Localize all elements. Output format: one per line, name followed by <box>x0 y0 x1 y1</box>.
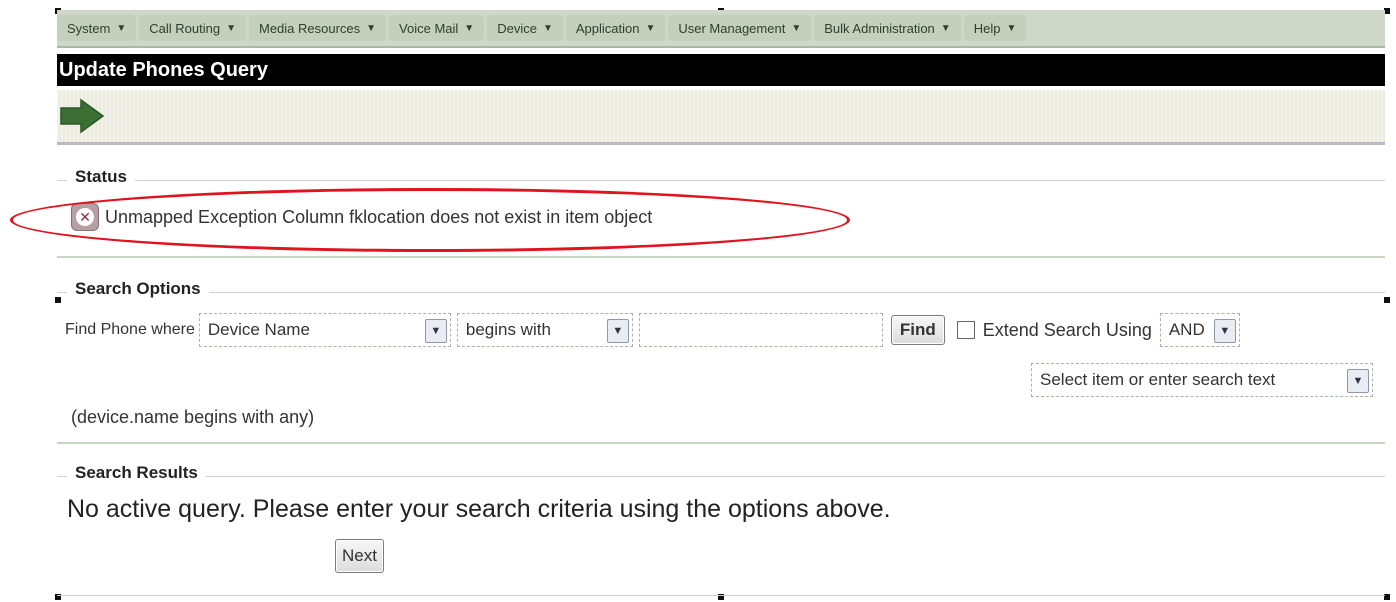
menu-voice-mail[interactable]: Voice Mail ▼ <box>389 15 485 41</box>
menu-label: Media Resources <box>258 20 361 36</box>
find-button[interactable]: Find <box>890 315 945 345</box>
item-select[interactable]: Select item or enter search text ▼ <box>1031 363 1373 397</box>
extend-search-checkbox[interactable] <box>956 321 975 339</box>
search-criteria-row: Find Phone where Device Name ▼ begins wi… <box>65 313 1240 347</box>
chevron-down-icon: ▼ <box>1006 22 1017 34</box>
page-title: Update Phones Query <box>57 54 1385 86</box>
field-select[interactable]: Device Name ▼ <box>198 313 451 347</box>
chevron-down-icon[interactable]: ▼ <box>1213 319 1236 343</box>
status-legend: Status <box>67 167 135 187</box>
chevron-down-icon: ▼ <box>366 22 377 34</box>
menu-label: Voice Mail <box>399 20 459 36</box>
menu-help[interactable]: Help ▼ <box>963 15 1027 41</box>
menu-label: Help <box>973 20 1001 36</box>
chevron-down-icon: ▼ <box>940 22 951 34</box>
chevron-down-icon: ▼ <box>116 22 127 34</box>
chevron-down-icon: ▼ <box>542 22 553 34</box>
search-results-section: Search Results No active query. Please e… <box>57 463 1385 596</box>
menu-application[interactable]: Application ▼ <box>565 15 666 41</box>
search-input[interactable] <box>638 313 883 347</box>
menu-bulk-administration[interactable]: Bulk Administration ▼ <box>814 15 961 41</box>
toolbar <box>57 90 1385 145</box>
next-button[interactable]: Next <box>335 539 384 573</box>
extend-search-label: Extend Search Using <box>982 319 1152 340</box>
menu-media-resources[interactable]: Media Resources ▼ <box>248 15 387 41</box>
menu-system[interactable]: System ▼ <box>57 15 137 41</box>
chevron-down-icon: ▼ <box>645 22 656 34</box>
logic-select[interactable]: AND ▼ <box>1159 313 1240 347</box>
menu-bar: System ▼ Call Routing ▼ Media Resources ▼ V… <box>57 10 1385 48</box>
menu-label: System <box>67 20 111 36</box>
menu-call-routing[interactable]: Call Routing ▼ <box>139 15 246 41</box>
menu-label: Device <box>497 20 537 36</box>
menu-label: Call Routing <box>149 20 221 36</box>
find-label: Find Phone where <box>65 321 195 338</box>
search-options-legend: Search Options <box>67 279 209 299</box>
field-select-value: Device Name <box>207 320 310 339</box>
chevron-down-icon[interactable]: ▼ <box>606 319 629 343</box>
item-select-value: Select item or enter search text <box>1040 370 1276 389</box>
chevron-down-icon[interactable]: ▼ <box>424 319 447 343</box>
arrow-right-icon[interactable] <box>59 98 105 134</box>
chevron-down-icon: ▼ <box>791 22 802 34</box>
search-options-section: Search Options Find Phone where Device N… <box>57 279 1385 444</box>
chevron-down-icon: ▼ <box>464 22 475 34</box>
highlight-ellipse <box>10 188 850 252</box>
menu-label: User Management <box>678 20 786 36</box>
query-hint: (device.name begins with any) <box>71 407 315 427</box>
operator-select[interactable]: begins with ▼ <box>456 313 633 347</box>
search-results-legend: Search Results <box>67 463 206 483</box>
item-select-row: Select item or enter search text ▼ <box>1031 363 1373 397</box>
menu-label: Bulk Administration <box>824 20 935 36</box>
logic-select-value: AND <box>1168 320 1205 339</box>
menu-user-management[interactable]: User Management ▼ <box>668 15 812 41</box>
menu-label: Application <box>575 20 640 36</box>
results-message: No active query. Please enter your searc… <box>67 495 891 523</box>
operator-select-value: begins with <box>465 320 551 339</box>
chevron-down-icon: ▼ <box>226 22 236 34</box>
menu-device[interactable]: Device ▼ <box>487 15 563 41</box>
page-title-text: Update Phones Query <box>59 58 268 81</box>
chevron-down-icon[interactable]: ▼ <box>1347 369 1369 393</box>
